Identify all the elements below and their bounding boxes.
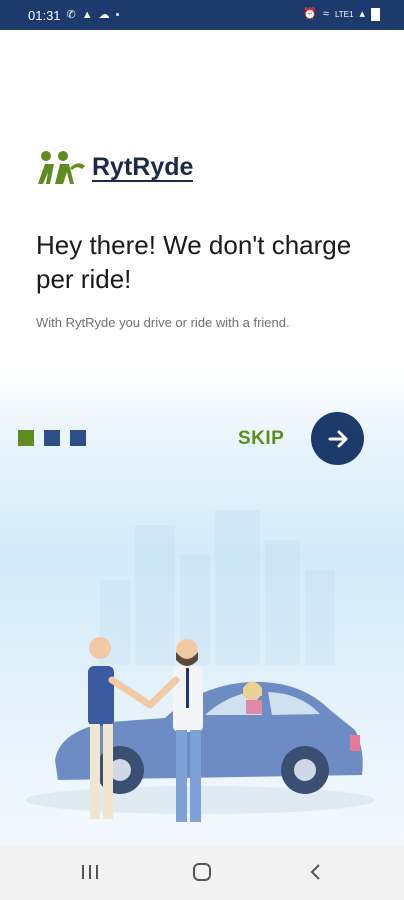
city-skyline: [100, 510, 335, 665]
carpool-illustration: [25, 510, 375, 822]
next-button[interactable]: [311, 412, 364, 465]
back-button[interactable]: [302, 861, 330, 883]
lte-icon: LTE1: [334, 10, 354, 19]
cloud-icon: ☁: [98, 9, 110, 21]
onboarding-headline: Hey there! We don't charge per ride!: [36, 230, 352, 294]
alarm-icon: ⏰: [303, 8, 317, 20]
brand-name: RytRyde: [92, 153, 194, 182]
brand-logo: RytRyde: [36, 150, 194, 186]
page-dot: [70, 430, 86, 446]
battery-icon: [371, 8, 380, 21]
page-dot: [44, 430, 60, 446]
page-dot-active: [18, 430, 34, 446]
status-left: 01:31 ✆ ▲ ☁ •: [28, 8, 120, 23]
logo-mark-icon: [38, 151, 85, 184]
recents-icon: [82, 865, 98, 879]
home-button[interactable]: [188, 861, 216, 883]
onboarding-subtext: With RytRyde you drive or ride with a fr…: [36, 315, 290, 330]
status-bar: 01:31 ✆ ▲ ☁ • ⏰ ≈ LTE1 ▴: [0, 0, 404, 30]
page-indicator: [18, 430, 86, 446]
status-time: 01:31: [28, 8, 61, 23]
dot-icon: •: [115, 9, 120, 21]
wifi-icon: ≈: [322, 8, 329, 20]
status-right: ⏰ ≈ LTE1 ▴: [303, 8, 380, 21]
signal-icon: ▴: [359, 8, 365, 20]
skip-button[interactable]: SKIP: [238, 428, 284, 450]
recents-button[interactable]: [76, 861, 104, 883]
notification-icon: ▲: [81, 9, 93, 21]
system-nav-bar: [0, 845, 404, 900]
home-icon: [193, 863, 211, 881]
arrow-right-icon: [328, 430, 347, 447]
back-icon: [310, 864, 320, 880]
whatsapp-icon: ✆: [66, 9, 76, 21]
